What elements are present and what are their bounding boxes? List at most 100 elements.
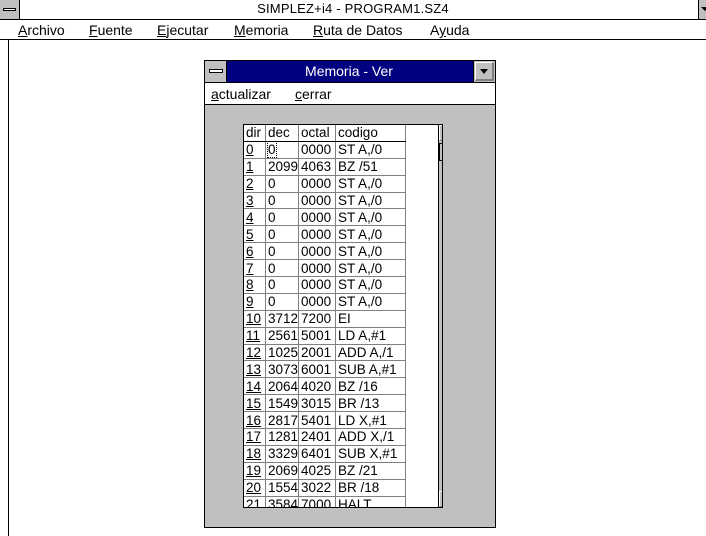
child-system-menu-button[interactable] xyxy=(205,61,227,82)
cell-dir[interactable]: 16 xyxy=(244,411,266,430)
cell-dir[interactable]: 13 xyxy=(244,360,266,379)
cell-dir[interactable]: 1 xyxy=(244,158,266,176)
menu-memoria[interactable]: Memoria xyxy=(234,22,288,38)
table-row[interactable]: 16 2817 5401 LD X,#1 xyxy=(244,411,407,430)
memory-grid[interactable]: dir dec octal codigo 0 0 0000 ST A,/0 1 2099 4… xyxy=(243,124,443,508)
cell-codigo[interactable]: ST A,/0 xyxy=(335,276,407,294)
cell-codigo[interactable]: LD X,#1 xyxy=(335,411,407,430)
cell-dec[interactable]: 0 xyxy=(265,276,300,294)
cell-octal[interactable]: 7000 xyxy=(298,496,337,507)
cell-codigo[interactable]: ST A,/0 xyxy=(335,259,407,278)
table-row[interactable]: 17 1281 2401 ADD X,/1 xyxy=(244,428,407,446)
cell-codigo[interactable]: SUB X,#1 xyxy=(335,445,407,463)
cell-codigo[interactable]: ST A,/0 xyxy=(335,175,407,193)
column-header-octal[interactable]: octal xyxy=(298,125,337,142)
cell-dec[interactable]: 2069 xyxy=(265,462,300,480)
cell-octal[interactable]: 6401 xyxy=(298,445,337,463)
cell-codigo[interactable]: ST A,/0 xyxy=(335,242,407,261)
cell-codigo[interactable]: BZ /21 xyxy=(335,462,407,480)
cell-octal[interactable]: 0000 xyxy=(298,192,337,210)
cell-octal[interactable]: 0000 xyxy=(298,259,337,278)
table-row[interactable]: 13 3073 6001 SUB A,#1 xyxy=(244,360,407,379)
table-row[interactable]: 3 0 0000 ST A,/0 xyxy=(244,192,407,210)
cell-codigo[interactable]: ADD X,/1 xyxy=(335,428,407,446)
table-row[interactable]: 18 3329 6401 SUB X,#1 xyxy=(244,445,407,463)
cell-dec[interactable]: 1554 xyxy=(265,479,300,497)
cell-codigo[interactable]: ST A,/0 xyxy=(335,293,407,311)
cell-codigo[interactable]: ST A,/0 xyxy=(335,225,407,244)
cell-dir[interactable]: 10 xyxy=(244,310,266,328)
scroll-up-button[interactable] xyxy=(439,125,442,141)
table-row[interactable]: 6 0 0000 ST A,/0 xyxy=(244,242,407,261)
cell-codigo[interactable]: ST A,/0 xyxy=(335,192,407,210)
cell-octal[interactable]: 0000 xyxy=(298,276,337,294)
cell-octal[interactable]: 2401 xyxy=(298,428,337,446)
cell-dir[interactable]: 6 xyxy=(244,242,266,261)
table-row[interactable]: 4 0 0000 ST A,/0 xyxy=(244,208,407,227)
menu-archivo[interactable]: Archivo xyxy=(18,22,65,38)
cell-dir[interactable]: 20 xyxy=(244,479,266,497)
cell-codigo[interactable]: ST A,/0 xyxy=(335,208,407,227)
menu-actualizar[interactable]: actualizar xyxy=(211,86,271,102)
table-row[interactable]: 11 2561 5001 LD A,#1 xyxy=(244,327,407,345)
menu-ruta-de-datos[interactable]: Ruta de Datos xyxy=(313,22,403,38)
cell-dir[interactable]: 19 xyxy=(244,462,266,480)
cell-dir[interactable]: 7 xyxy=(244,259,266,278)
cell-octal[interactable]: 0000 xyxy=(298,225,337,244)
cell-octal[interactable]: 0000 xyxy=(298,208,337,227)
table-row[interactable]: 19 2069 4025 BZ /21 xyxy=(244,462,407,480)
cell-dir[interactable]: 3 xyxy=(244,192,266,210)
cell-dir[interactable]: 17 xyxy=(244,428,266,446)
table-row[interactable]: 0 0 0000 ST A,/0 xyxy=(244,141,407,159)
cell-octal[interactable]: 4063 xyxy=(298,158,337,176)
cell-codigo[interactable]: HALT xyxy=(335,496,407,507)
cell-codigo[interactable]: ADD A,/1 xyxy=(335,344,407,362)
table-row[interactable]: 21 3584 7000 HALT xyxy=(244,496,407,507)
cell-dir[interactable]: 4 xyxy=(244,208,266,227)
menu-fuente[interactable]: Fuente xyxy=(89,22,133,38)
cell-dec[interactable]: 3329 xyxy=(265,445,300,463)
cell-dec[interactable]: 2064 xyxy=(265,377,300,396)
cell-dir[interactable]: 11 xyxy=(244,327,266,345)
cell-dec[interactable]: 0 xyxy=(265,192,300,210)
cell-octal[interactable]: 3015 xyxy=(298,394,337,413)
window-scroll-button[interactable] xyxy=(698,0,706,19)
cell-dec[interactable]: 3712 xyxy=(265,310,300,328)
cell-dec[interactable]: 2817 xyxy=(265,411,300,430)
cell-octal[interactable]: 0000 xyxy=(298,293,337,311)
cell-octal[interactable]: 6001 xyxy=(298,360,337,379)
table-row[interactable]: 9 0 0000 ST A,/0 xyxy=(244,293,407,311)
table-row[interactable]: 2 0 0000 ST A,/0 xyxy=(244,175,407,193)
cell-octal[interactable]: 0000 xyxy=(298,242,337,261)
column-header-dir[interactable]: dir xyxy=(244,125,266,142)
cell-octal[interactable]: 0000 xyxy=(298,141,337,159)
cell-octal[interactable]: 7200 xyxy=(298,310,337,328)
cell-codigo[interactable]: EI xyxy=(335,310,407,328)
scroll-thumb[interactable] xyxy=(439,143,442,161)
cell-dec[interactable]: 0 xyxy=(265,175,300,193)
cell-dir[interactable]: 12 xyxy=(244,344,266,362)
cell-dir[interactable]: 21 xyxy=(244,496,266,507)
table-row[interactable]: 7 0 0000 ST A,/0 xyxy=(244,259,407,278)
cell-dec[interactable]: 2099 xyxy=(265,158,300,176)
cell-codigo[interactable]: ST A,/0 xyxy=(335,141,407,159)
menu-ayuda[interactable]: Ayuda xyxy=(430,22,469,38)
cell-dir[interactable]: 15 xyxy=(244,394,266,413)
child-title-bar[interactable]: Memoria - Ver xyxy=(205,61,495,83)
cell-codigo[interactable]: SUB A,#1 xyxy=(335,360,407,379)
cell-dir[interactable]: 5 xyxy=(244,225,266,244)
cell-dec[interactable]: 0 xyxy=(265,242,300,261)
cell-dec[interactable]: 3073 xyxy=(265,360,300,379)
cell-dir[interactable]: 14 xyxy=(244,377,266,396)
child-minimize-button[interactable] xyxy=(473,61,495,82)
cell-dec[interactable]: 2561 xyxy=(265,327,300,345)
table-row[interactable]: 10 3712 7200 EI xyxy=(244,310,407,328)
cell-dec[interactable]: 1281 xyxy=(265,428,300,446)
cell-octal[interactable]: 2001 xyxy=(298,344,337,362)
cell-octal[interactable]: 5401 xyxy=(298,411,337,430)
cell-dir[interactable]: 8 xyxy=(244,276,266,294)
cell-octal[interactable]: 0000 xyxy=(298,175,337,193)
cell-octal[interactable]: 4025 xyxy=(298,462,337,480)
cell-dec[interactable]: 0 xyxy=(265,293,300,311)
table-row[interactable]: 14 2064 4020 BZ /16 xyxy=(244,377,407,396)
